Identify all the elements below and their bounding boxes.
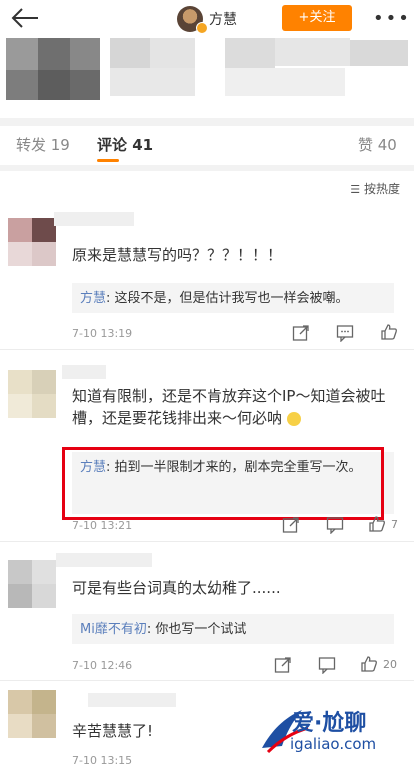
reply-icon[interactable] bbox=[336, 324, 354, 342]
sort-label: 按热度 bbox=[363, 182, 400, 196]
watermark-url: igaliao.com bbox=[290, 735, 377, 753]
active-tab-indicator bbox=[97, 159, 119, 162]
commenter-avatar[interactable] bbox=[8, 370, 56, 418]
reply-text: 这段不是，但是估计我写也一样会被嘲。 bbox=[114, 291, 349, 306]
like-count: 20 bbox=[383, 658, 397, 671]
comment-text: 原来是慧慧写的吗？？？！！！ bbox=[72, 246, 283, 264]
like-count: 7 bbox=[391, 518, 398, 531]
pixelated-post-content bbox=[0, 36, 414, 108]
sort-by-hot[interactable]: ☰ 按热度 bbox=[350, 180, 400, 197]
comment-time: 7-10 13:15 bbox=[72, 754, 133, 767]
comment-time: 7-10 13:19 bbox=[72, 327, 133, 340]
comment-text: 可是有些台词真的太幼稚了...... bbox=[72, 579, 281, 597]
reply-author[interactable]: 方慧 bbox=[80, 291, 106, 306]
commenter-name-redacted[interactable] bbox=[54, 212, 134, 226]
verified-badge-icon bbox=[196, 22, 208, 34]
follow-button[interactable]: +关注 bbox=[282, 5, 352, 31]
user-reply[interactable]: Mi靡不有初: 你也写一个试试 bbox=[72, 614, 394, 644]
commenter-avatar[interactable] bbox=[8, 218, 56, 266]
tab-bar: 转发 19 评论 41 赞 40 bbox=[0, 126, 414, 162]
commenter-name-redacted[interactable] bbox=[62, 365, 106, 379]
author-reply[interactable]: 方慧: 这段不是，但是估计我写也一样会被嘲。 bbox=[72, 283, 394, 313]
divider bbox=[0, 680, 414, 681]
commenter-avatar[interactable] bbox=[8, 690, 56, 738]
back-arrow-icon[interactable] bbox=[10, 6, 40, 30]
reply-icon[interactable] bbox=[326, 516, 344, 534]
divider bbox=[0, 118, 414, 126]
emoji-icon bbox=[286, 411, 301, 426]
tab-comments[interactable]: 评论 41 bbox=[97, 134, 153, 155]
comment-text: 知道有限制，还是不肯放弃这个IP～知道会被吐槽，还是要花钱排出来～何必呐 bbox=[72, 385, 392, 429]
divider bbox=[0, 541, 414, 542]
sort-icon: ☰ bbox=[350, 183, 361, 196]
divider bbox=[0, 349, 414, 350]
tab-likes[interactable]: 赞 40 bbox=[358, 134, 397, 155]
like-icon[interactable] bbox=[360, 655, 378, 673]
red-highlight-box bbox=[62, 447, 384, 520]
tab-reposts[interactable]: 转发 19 bbox=[16, 134, 70, 155]
reply-author[interactable]: Mi靡不有初 bbox=[80, 622, 147, 637]
top-bar: 方慧 +关注 ••• bbox=[0, 0, 414, 36]
more-options-icon[interactable]: ••• bbox=[373, 8, 411, 29]
reply-text: 你也写一个试试 bbox=[155, 622, 247, 637]
comment-time: 7-10 12:46 bbox=[72, 659, 133, 672]
commenter-avatar[interactable] bbox=[8, 560, 56, 608]
like-icon[interactable] bbox=[368, 515, 386, 533]
share-icon[interactable] bbox=[274, 656, 292, 674]
share-icon[interactable] bbox=[282, 516, 300, 534]
like-icon[interactable] bbox=[380, 323, 398, 341]
commenter-name-redacted[interactable] bbox=[56, 553, 152, 567]
divider bbox=[0, 165, 414, 171]
watermark-title: 爱·尬聊 bbox=[292, 711, 367, 736]
commenter-name-redacted[interactable] bbox=[88, 693, 176, 707]
reply-icon[interactable] bbox=[318, 656, 336, 674]
comment-time: 7-10 13:21 bbox=[72, 519, 133, 532]
share-icon[interactable] bbox=[292, 324, 310, 342]
comment-text-content: 知道有限制，还是不肯放弃这个IP～知道会被吐槽，还是要花钱排出来～何必呐 bbox=[72, 387, 386, 427]
author-name[interactable]: 方慧 bbox=[209, 9, 237, 29]
